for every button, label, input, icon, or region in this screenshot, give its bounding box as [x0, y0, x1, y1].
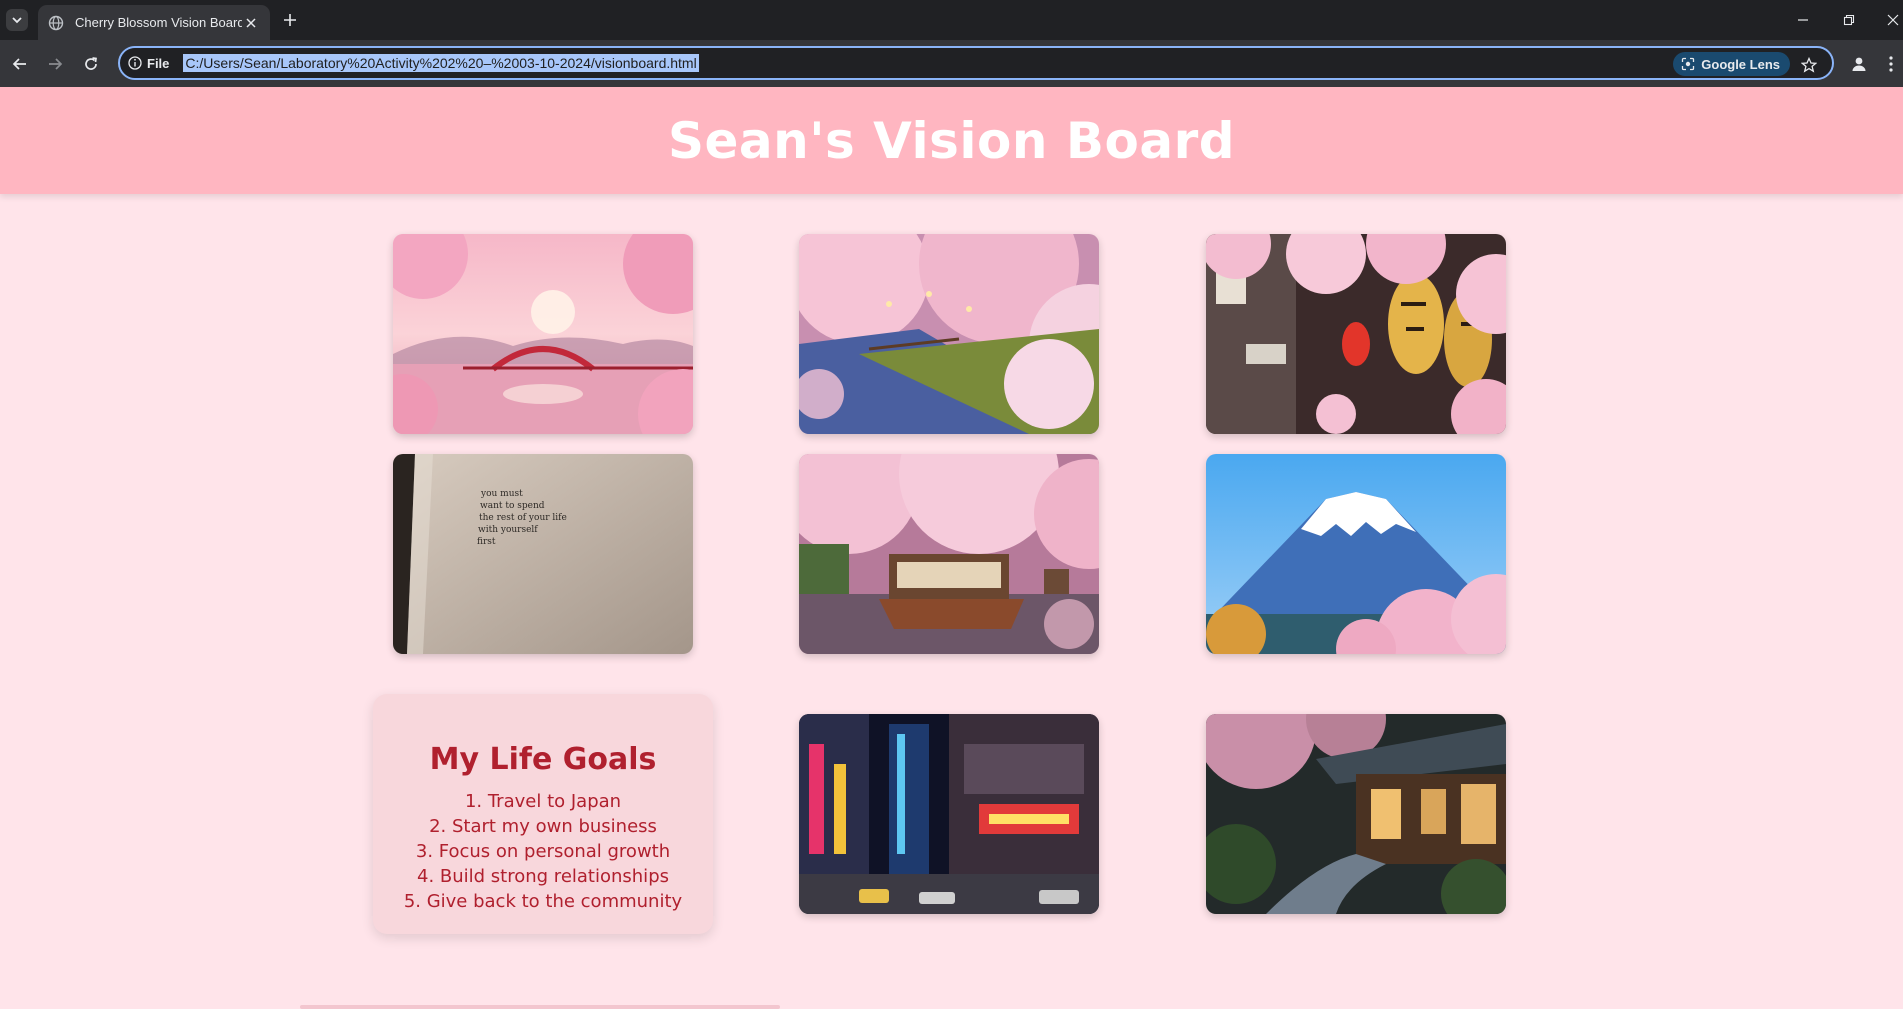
minimize-icon	[1798, 19, 1808, 21]
browser-tab-strip: Cherry Blossom Vision Board	[0, 0, 1903, 40]
horizontal-scrollbar[interactable]	[300, 1005, 780, 1009]
star-icon	[1801, 57, 1817, 73]
life-goals-card: My Life Goals 1. Travel to Japan 2. Star…	[373, 694, 713, 934]
tab-active[interactable]: Cherry Blossom Vision Board	[38, 5, 270, 40]
quote-line: with yourself	[478, 525, 538, 535]
quote-line: first	[477, 537, 496, 547]
browser-menu-button[interactable]	[1884, 52, 1898, 76]
back-button[interactable]	[8, 52, 32, 76]
profile-button[interactable]	[1847, 52, 1871, 76]
reload-icon	[85, 57, 97, 70]
photo-river-boat	[799, 454, 1099, 654]
forward-button[interactable]	[43, 52, 67, 76]
photo-bridge-sunset	[393, 234, 693, 434]
goal-item: 3. Focus on personal growth	[415, 841, 671, 862]
google-lens-label: Google Lens	[1701, 56, 1780, 72]
goal-item: 1. Travel to Japan	[464, 791, 622, 812]
plus-icon	[284, 14, 296, 26]
page-title: Sean's Vision Board	[667, 111, 1236, 170]
photo-tokyo-night	[799, 714, 1099, 914]
tab-title: Cherry Blossom Vision Board	[75, 15, 242, 30]
browser-toolbar: File C:/Users/Sean/Laboratory%20Activity…	[0, 40, 1903, 87]
goal-item: 4. Build strong relationships	[417, 866, 669, 887]
restore-icon	[1843, 14, 1855, 26]
quote-line: you must	[480, 489, 523, 499]
close-tab-icon[interactable]	[242, 14, 260, 32]
quote-line: the rest of your life	[479, 513, 567, 523]
tab-search-button[interactable]	[6, 9, 28, 31]
goal-item: 5. Give back to the community	[403, 891, 683, 912]
lens-icon	[1682, 57, 1695, 71]
site-info-label: File	[147, 55, 170, 71]
close-window-button[interactable]	[1881, 8, 1903, 32]
address-bar[interactable]: File C:/Users/Sean/Laboratory%20Activity…	[118, 46, 1834, 80]
photo-japanese-house	[1206, 714, 1506, 914]
reload-button[interactable]	[79, 52, 103, 76]
person-icon	[1852, 57, 1866, 71]
bookmark-button[interactable]	[1798, 54, 1820, 76]
page-header: Sean's Vision Board	[0, 87, 1903, 194]
photo-canal-blossoms	[799, 234, 1099, 434]
photo-lantern-street	[1206, 234, 1506, 434]
restore-button[interactable]	[1837, 8, 1861, 32]
site-info-chip[interactable]: File	[128, 56, 169, 71]
goal-item: 2. Start my own business	[429, 816, 657, 837]
more-vert-icon	[1889, 56, 1893, 72]
info-icon	[128, 56, 142, 70]
globe-icon	[48, 15, 64, 31]
goals-title: My Life Goals	[429, 742, 657, 777]
goals-list: 1. Travel to Japan 2. Start my own busin…	[373, 789, 713, 914]
minimize-button[interactable]	[1791, 8, 1815, 32]
quote-line: want to spend	[480, 501, 545, 511]
photo-mount-fuji	[1206, 454, 1506, 654]
photo-book-quote: you must want to spend the rest of your …	[393, 454, 693, 654]
new-tab-button[interactable]	[278, 9, 302, 31]
url-text[interactable]: C:/Users/Sean/Laboratory%20Activity%202%…	[183, 54, 699, 72]
chevron-down-icon	[12, 17, 22, 24]
google-lens-button[interactable]: Google Lens	[1673, 52, 1790, 76]
close-icon	[1887, 14, 1899, 26]
page-viewport: Sean's Vision Board you must want to spe…	[0, 87, 1903, 1009]
arrow-right-icon	[49, 58, 63, 70]
arrow-left-icon	[12, 58, 26, 70]
